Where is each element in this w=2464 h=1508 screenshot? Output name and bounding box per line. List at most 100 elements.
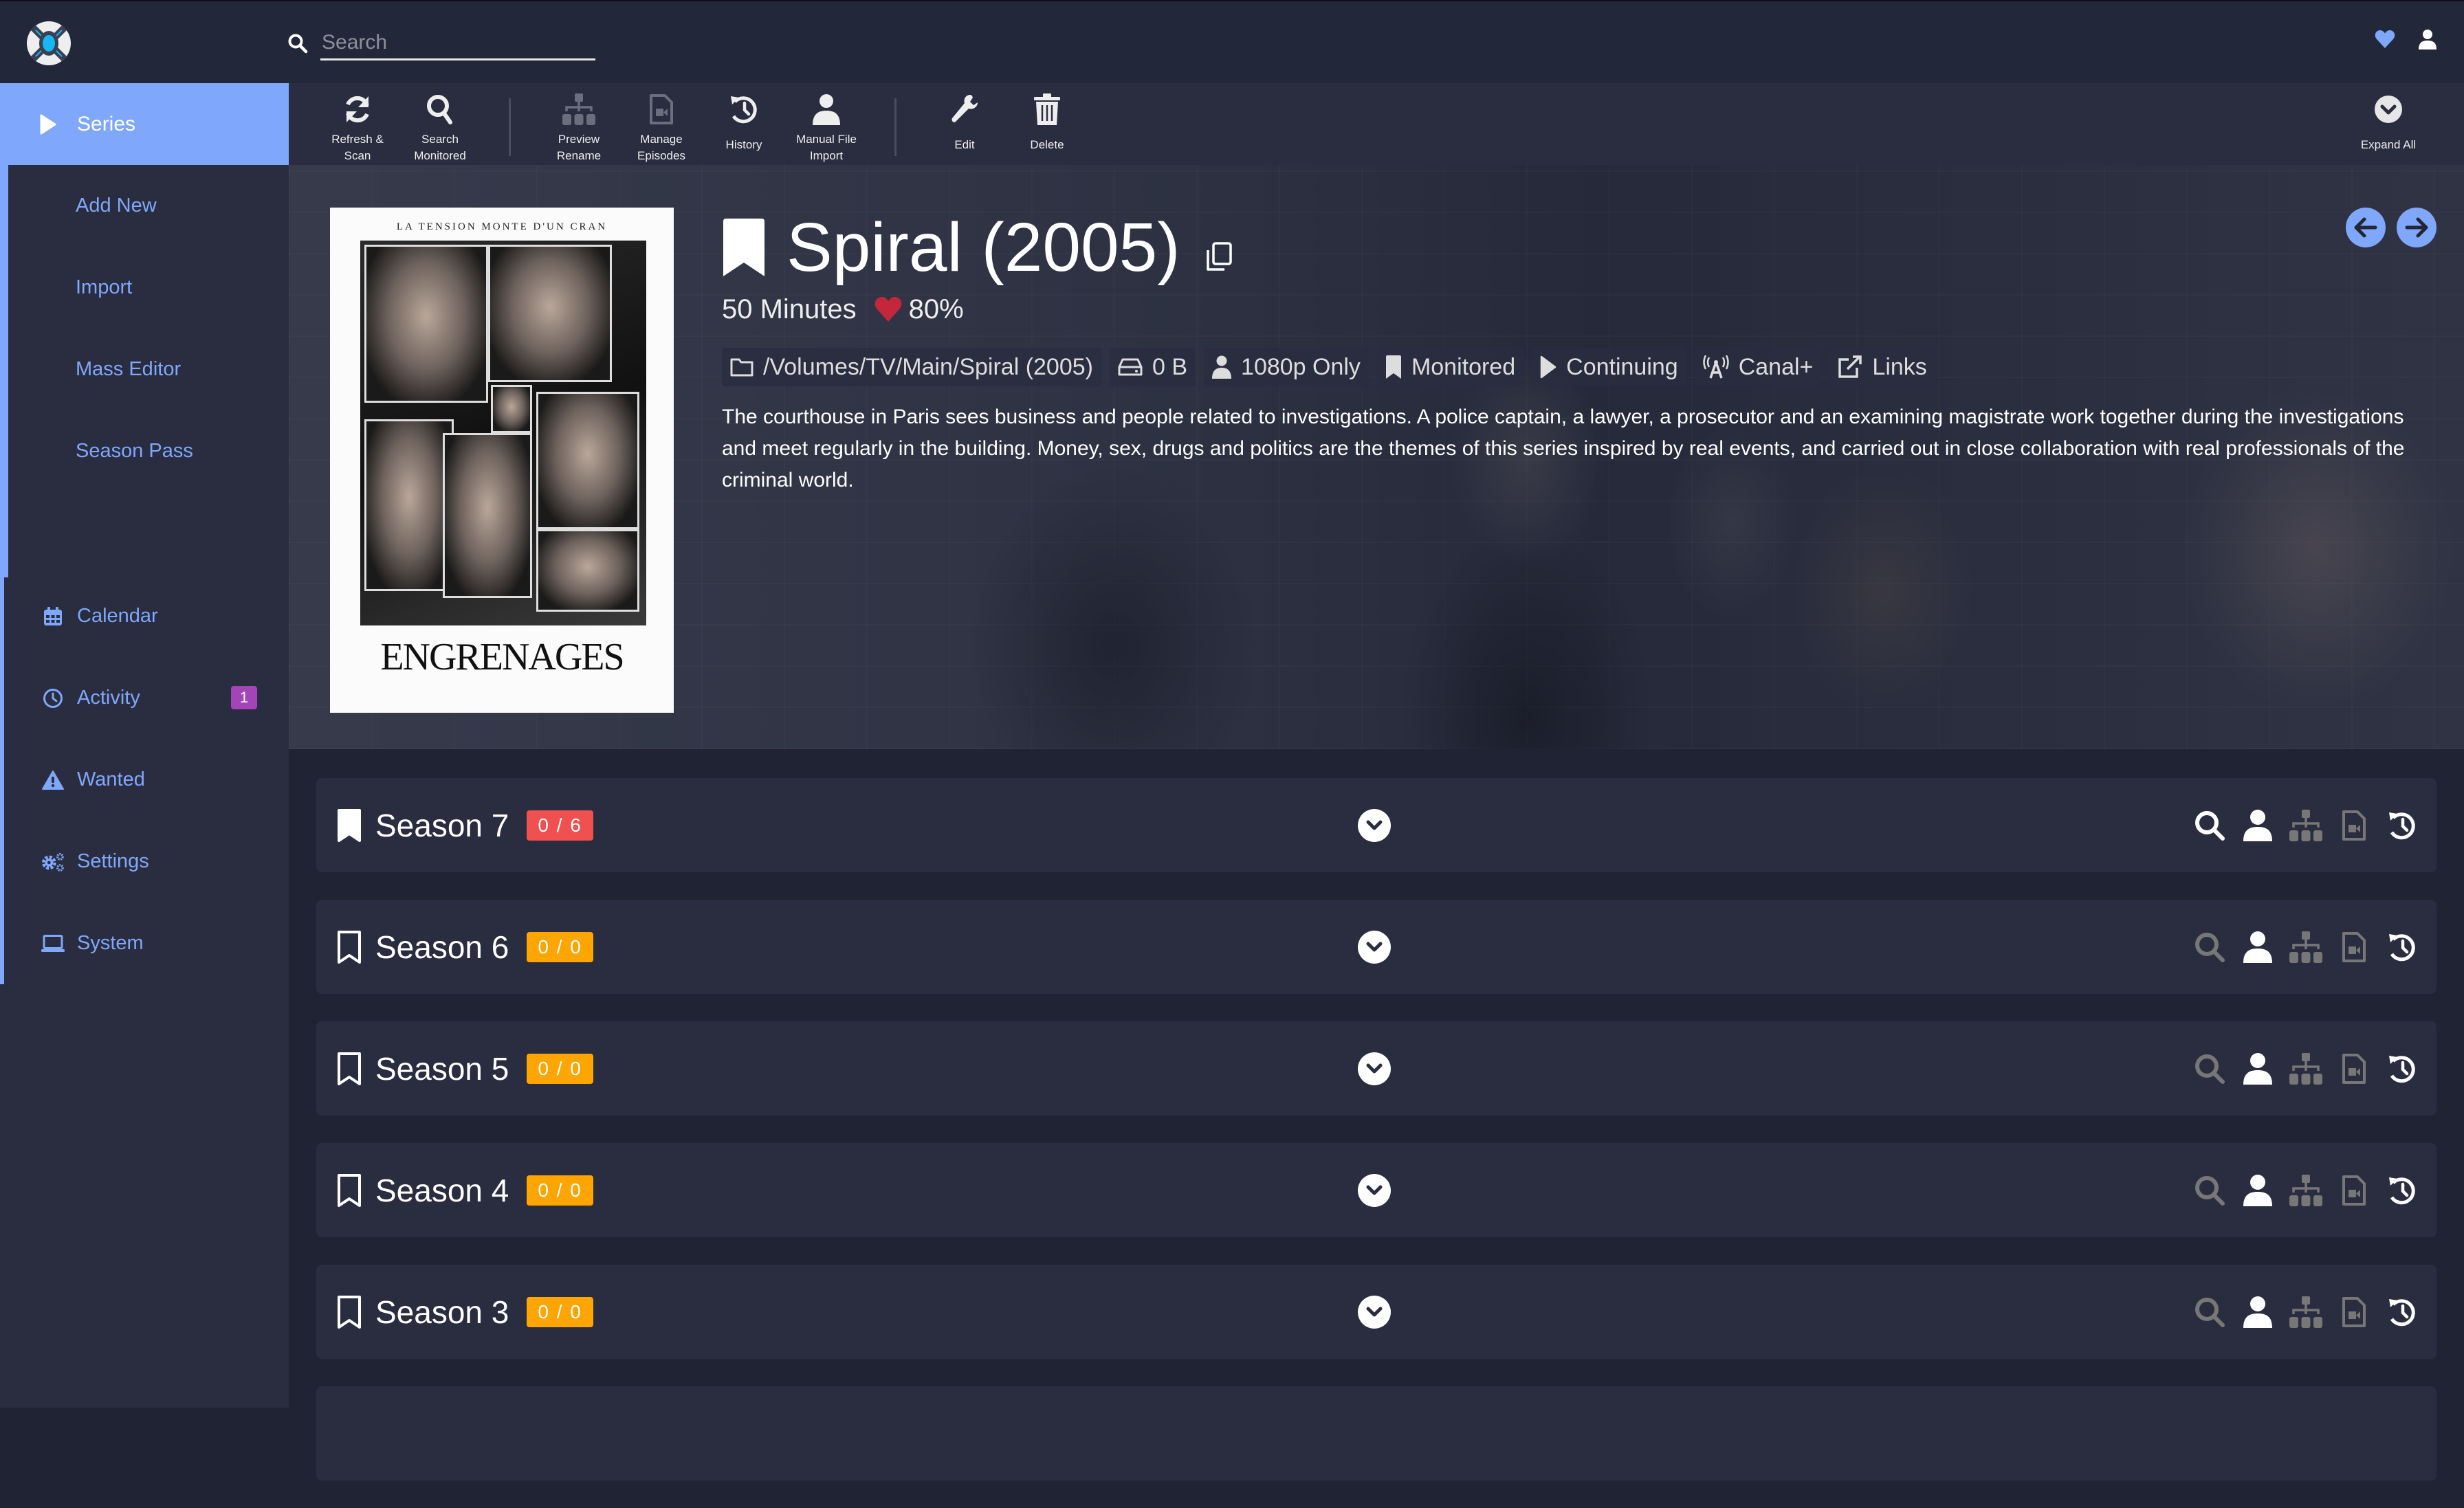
top-header (0, 0, 2464, 83)
sidebar-item-add-new[interactable]: Add New (8, 165, 289, 247)
season-manage-episodes-button[interactable] (2338, 809, 2370, 842)
history-icon (2389, 812, 2415, 839)
season-preview-rename-button[interactable] (2289, 1174, 2322, 1207)
edit-button[interactable]: Edit (927, 93, 1002, 153)
expand-season-button[interactable] (1358, 1052, 1391, 1085)
season-row: Season 7 0 / 6 (316, 778, 2436, 872)
preview-rename-button[interactable]: Preview Rename (541, 93, 617, 164)
season-search-button[interactable] (2193, 931, 2226, 964)
season-monitor-toggle-icon[interactable] (337, 1052, 362, 1086)
manage-episodes-button[interactable]: Manage Episodes (624, 93, 699, 164)
season-preview-rename-button[interactable] (2289, 931, 2322, 964)
history-button[interactable]: History (706, 93, 782, 153)
sidebar-item-series[interactable]: Series (0, 83, 289, 165)
season-preview-rename-button[interactable] (2289, 809, 2322, 842)
season-monitor-toggle-icon[interactable] (337, 1295, 362, 1329)
arrow-right-icon (2405, 217, 2428, 238)
sidebar-item-calendar[interactable]: Calendar (0, 575, 289, 657)
sidebar-item-label: System (77, 932, 144, 954)
search-icon (288, 34, 308, 54)
expand-season-button[interactable] (1358, 809, 1391, 842)
size-tag: 0 B (1109, 348, 1196, 386)
history-icon (2389, 1177, 2415, 1204)
expand-season-button[interactable] (1358, 1174, 1391, 1207)
toolbar-button-label: Manage Episodes (637, 133, 685, 162)
season-row: Season 4 0 / 0 (316, 1143, 2436, 1237)
expand-season-button[interactable] (1358, 1296, 1391, 1329)
season-history-button[interactable] (2386, 1296, 2419, 1329)
season-preview-rename-button[interactable] (2289, 1296, 2322, 1329)
season-actions (2193, 1265, 2419, 1359)
poster-collage (360, 241, 646, 625)
tag-label: /Volumes/TV/Main/Spiral (2005) (763, 353, 1093, 380)
season-manual-search-button[interactable] (2241, 809, 2274, 842)
sitemap-icon (2289, 809, 2322, 841)
manual-file-import-button[interactable]: Manual File Import (789, 93, 864, 164)
season-name[interactable]: Season 6 (375, 929, 509, 966)
season-monitor-toggle-icon[interactable] (337, 930, 362, 964)
search-icon (2195, 810, 2225, 841)
chevron-down-icon (1366, 942, 1383, 952)
season-search-button[interactable] (2193, 1174, 2226, 1207)
season-history-button[interactable] (2386, 931, 2419, 964)
tag-label: Links (1872, 353, 1927, 380)
links-tag[interactable]: Links (1829, 348, 1935, 386)
sidebar-item-import[interactable]: Import (8, 247, 289, 329)
toolbar-button-label: Delete (1030, 138, 1064, 151)
user-icon[interactable] (2419, 29, 2436, 49)
heart-icon[interactable] (2375, 30, 2395, 49)
previous-series-button[interactable] (2346, 208, 2386, 247)
season-monitor-toggle-icon[interactable] (337, 1173, 362, 1208)
sidebar-item-label: Season Pass (76, 440, 193, 462)
sidebar: Series Add New Import Mass Editor Season… (0, 83, 289, 1408)
season-row-partial (316, 1386, 2436, 1481)
season-manual-search-button[interactable] (2241, 1296, 2274, 1329)
episode-count-badge: 0 / 6 (527, 810, 593, 841)
sidebar-item-mass-editor[interactable]: Mass Editor (8, 329, 289, 410)
delete-button[interactable]: Delete (1009, 93, 1085, 153)
sidebar-item-system[interactable]: System (0, 902, 289, 984)
season-name[interactable]: Season 4 (375, 1172, 509, 1209)
search-input[interactable] (320, 26, 595, 60)
season-manage-episodes-button[interactable] (2338, 1052, 2370, 1085)
season-manual-search-button[interactable] (2241, 931, 2274, 964)
expand-season-button[interactable] (1358, 931, 1391, 964)
tag-label: Monitored (1411, 353, 1516, 380)
season-history-button[interactable] (2386, 1052, 2419, 1085)
season-monitor-toggle-icon[interactable] (337, 808, 362, 843)
series-title: Spiral (2005) (786, 208, 1180, 286)
history-icon (731, 96, 757, 124)
quality-profile-tag: 1080p Only (1204, 348, 1369, 386)
season-actions (2193, 778, 2419, 872)
expand-all-button[interactable]: Expand All (2351, 93, 2426, 153)
monitored-bookmark-icon[interactable] (722, 219, 766, 276)
season-manual-search-button[interactable] (2241, 1174, 2274, 1207)
user-icon (2243, 931, 2272, 963)
app-logo[interactable] (26, 21, 72, 66)
path-tag: /Volumes/TV/Main/Spiral (2005) (722, 348, 1101, 386)
season-search-button[interactable] (2193, 1296, 2226, 1329)
season-history-button[interactable] (2386, 1174, 2419, 1207)
season-history-button[interactable] (2386, 809, 2419, 842)
season-row: Season 3 0 / 0 (316, 1265, 2436, 1359)
sidebar-item-settings[interactable]: Settings (0, 821, 289, 902)
refresh-scan-button[interactable]: Refresh & Scan (320, 93, 395, 164)
season-manage-episodes-button[interactable] (2338, 1174, 2370, 1207)
copy-icon[interactable] (1205, 242, 1233, 272)
search-monitored-button[interactable]: Search Monitored (402, 93, 478, 164)
user-icon (2243, 1174, 2272, 1206)
next-series-button[interactable] (2397, 208, 2436, 247)
sidebar-item-activity[interactable]: Activity 1 (0, 657, 289, 739)
season-name[interactable]: Season 5 (375, 1050, 509, 1087)
season-search-button[interactable] (2193, 809, 2226, 842)
season-preview-rename-button[interactable] (2289, 1052, 2322, 1085)
sidebar-item-label: Mass Editor (76, 358, 182, 380)
sidebar-item-wanted[interactable]: Wanted (0, 739, 289, 821)
season-name[interactable]: Season 7 (375, 807, 509, 844)
season-manage-episodes-button[interactable] (2338, 1296, 2370, 1329)
season-search-button[interactable] (2193, 1052, 2226, 1085)
sidebar-item-season-pass[interactable]: Season Pass (8, 410, 289, 492)
season-manage-episodes-button[interactable] (2338, 931, 2370, 964)
season-manual-search-button[interactable] (2241, 1052, 2274, 1085)
season-name[interactable]: Season 3 (375, 1294, 509, 1331)
